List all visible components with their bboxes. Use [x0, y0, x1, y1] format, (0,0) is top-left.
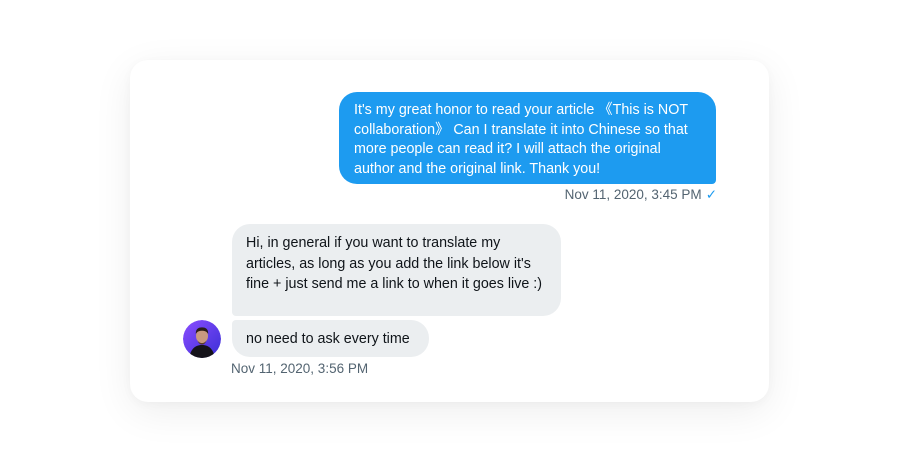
received-message-bubble[interactable]: no need to ask every time: [232, 320, 429, 357]
received-message-bubble[interactable]: Hi, in general if you want to translate …: [232, 224, 561, 316]
avatar-image: [183, 320, 221, 358]
checkmark-icon: ✓: [705, 187, 717, 202]
sent-message-meta: Nov 11, 2020, 3:45 PM ✓: [565, 187, 717, 203]
sent-message-text: It's my great honor to read your article…: [354, 102, 688, 177]
received-message-text: Hi, in general if you want to translate …: [246, 235, 543, 292]
received-message-text: no need to ask every time: [246, 331, 410, 347]
received-message-timestamp: Nov 11, 2020, 3:56 PM: [231, 361, 369, 376]
message-thread: It's my great honor to read your article…: [130, 60, 769, 402]
sent-message-bubble[interactable]: It's my great honor to read your article…: [339, 92, 716, 184]
user-avatar-icon[interactable]: [183, 320, 221, 358]
sent-message-timestamp: Nov 11, 2020, 3:45 PM: [564, 187, 702, 202]
